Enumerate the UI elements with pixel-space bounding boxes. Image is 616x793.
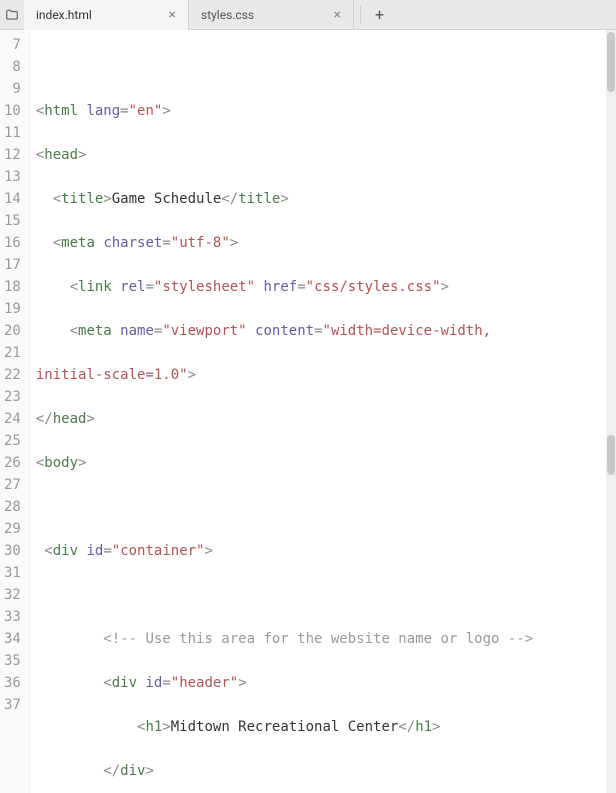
code-area[interactable]: <html lang="en"> <head> <title>Game Sche… (30, 30, 616, 793)
code-editor[interactable]: 7 8 9 10 11 12 13 14 15 16 17 18 19 20 2… (0, 30, 616, 793)
scrollbar-thumb[interactable] (607, 32, 615, 92)
tab-bar: index.html × styles.css × + (0, 0, 616, 30)
tab-index-html[interactable]: index.html × (24, 0, 189, 30)
separator (360, 6, 361, 24)
scrollbar[interactable] (606, 30, 616, 793)
line-number-gutter: 7 8 9 10 11 12 13 14 15 16 17 18 19 20 2… (0, 30, 30, 793)
close-icon[interactable]: × (165, 7, 180, 23)
scrollbar-thumb[interactable] (607, 435, 615, 475)
new-tab-button[interactable]: + (367, 5, 392, 24)
tab-styles-css[interactable]: styles.css × (189, 0, 354, 30)
tab-label: index.html (36, 8, 92, 22)
close-icon[interactable]: × (330, 7, 345, 23)
folder-icon[interactable] (0, 8, 24, 22)
tab-label: styles.css (201, 8, 254, 22)
